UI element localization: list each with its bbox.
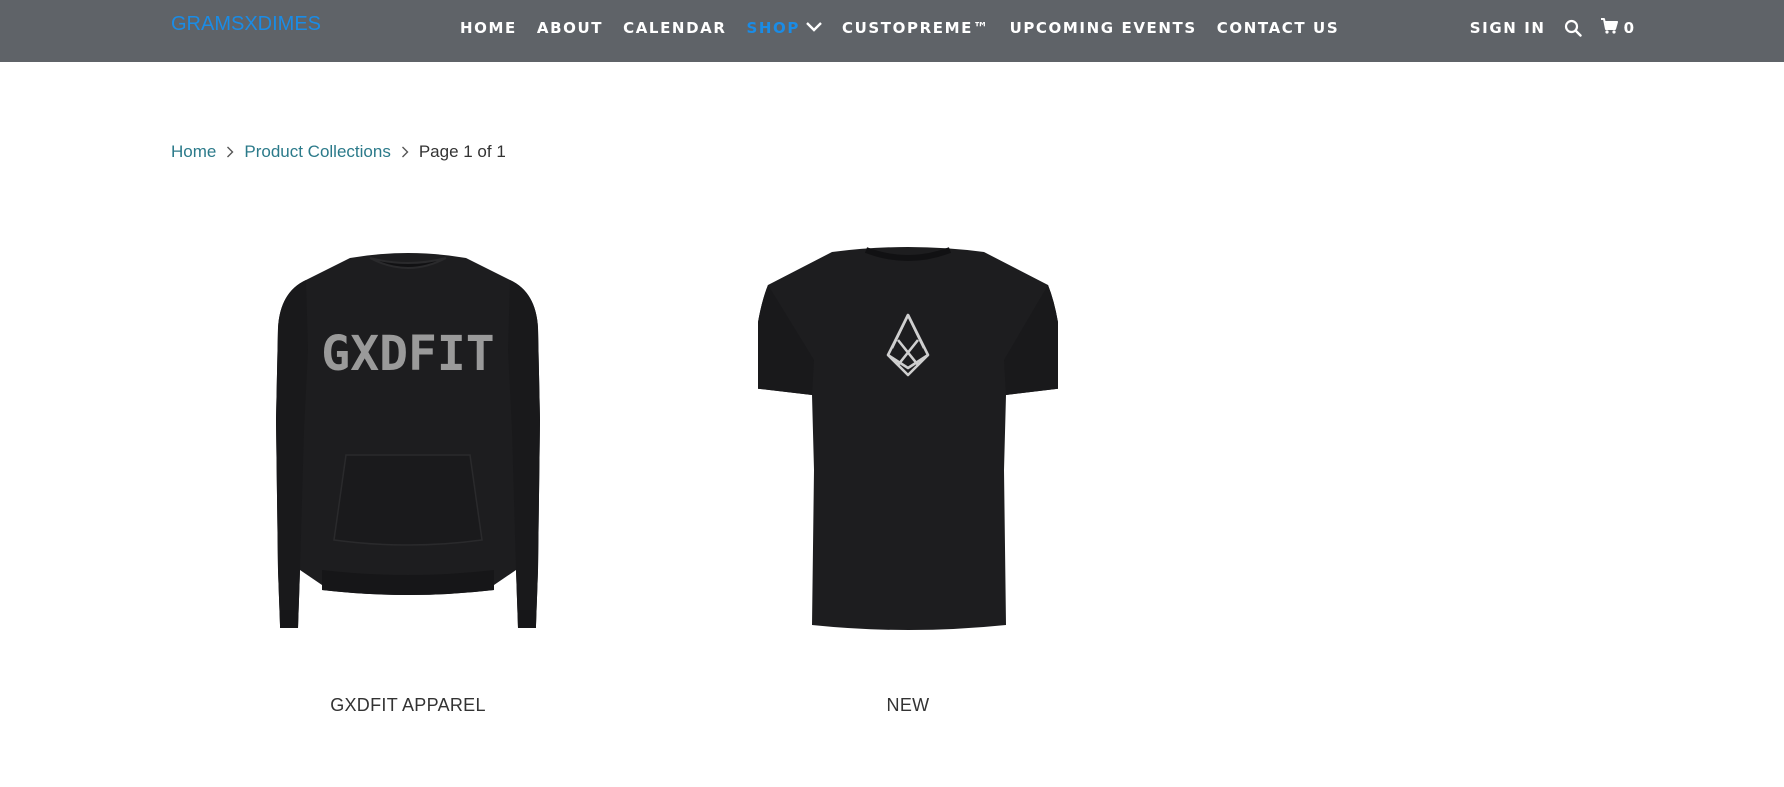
cart-button[interactable]: 0 [1600, 18, 1634, 38]
site-logo[interactable]: GRAMSXDIMES [171, 13, 321, 36]
nav-upcoming-events[interactable]: UPCOMING EVENTS [1010, 19, 1197, 37]
cart-icon [1600, 18, 1618, 38]
nav-shop[interactable]: SHOP [747, 19, 823, 37]
nav-about[interactable]: ABOUT [537, 19, 603, 37]
chevron-down-icon [806, 19, 822, 37]
breadcrumb-home[interactable]: Home [171, 142, 216, 162]
nav-home[interactable]: HOME [460, 19, 517, 37]
breadcrumb-current: Page 1 of 1 [418, 142, 506, 161]
header-actions: SIGN IN 0 [1470, 0, 1634, 56]
collection-title[interactable]: NEW [758, 695, 1058, 716]
nav-calendar[interactable]: CALENDAR [623, 19, 726, 37]
breadcrumb: Home Product Collections Page 1 of 1 [171, 142, 506, 162]
sweatshirt-graphic-text: GXDFIT [321, 326, 494, 382]
chevron-right-icon [401, 146, 409, 158]
search-icon[interactable] [1564, 19, 1582, 37]
tshirt-image [758, 247, 1058, 630]
nav-shop-label: SHOP [746, 19, 801, 37]
chevron-right-icon [226, 146, 234, 158]
nav-contact-us[interactable]: CONTACT US [1217, 19, 1339, 37]
breadcrumb-product-collections[interactable]: Product Collections [244, 142, 390, 162]
sign-in-link[interactable]: SIGN IN [1470, 19, 1546, 37]
nav-custopreme[interactable]: CUSTOPREME™ [842, 19, 990, 37]
main-nav: HOME ABOUT CALENDAR SHOP CUSTOPREME™ UPC… [460, 0, 1359, 56]
collection-card-gxdfit-apparel[interactable]: GXDFIT GXDFIT APPAREL [258, 240, 558, 720]
site-header: GRAMSXDIMES HOME ABOUT CALENDAR SHOP CUS… [0, 0, 1784, 62]
cart-count: 0 [1623, 19, 1634, 37]
sweatshirt-image: GXDFIT [276, 253, 540, 628]
collection-card-new[interactable]: NEW [758, 240, 1058, 720]
collection-title[interactable]: GXDFIT APPAREL [258, 695, 558, 716]
